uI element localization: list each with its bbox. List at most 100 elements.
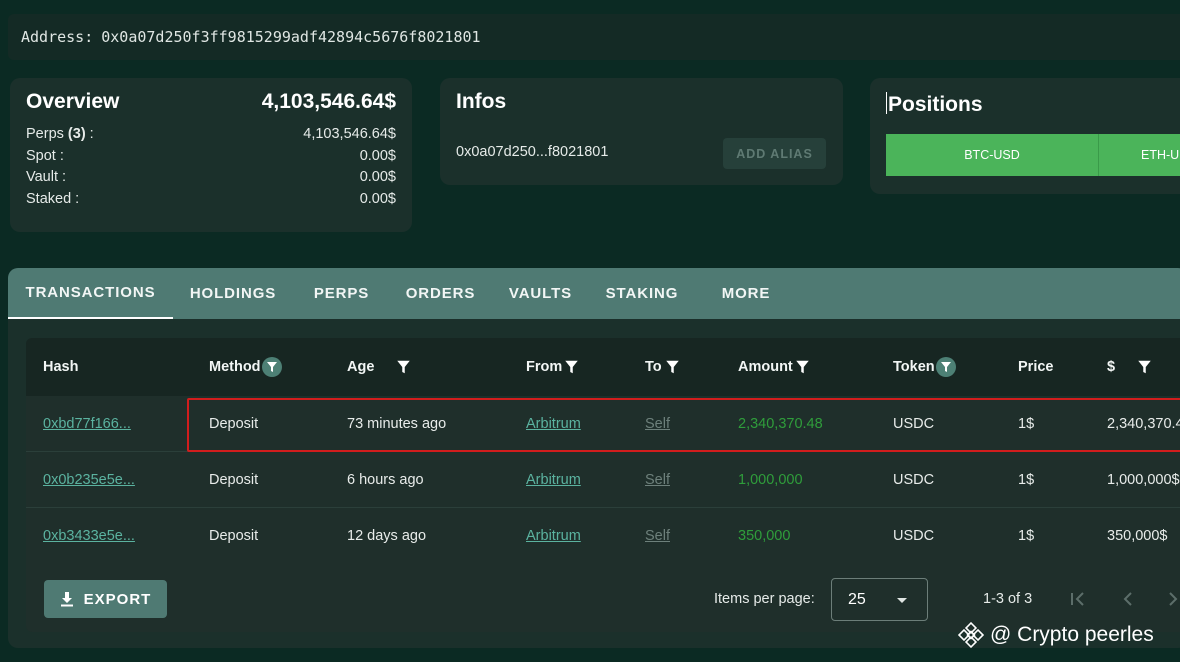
overview-total: 4,103,546.64$	[261, 90, 396, 113]
infos-title: Infos	[456, 90, 507, 113]
overview-row-spot: Spot : 0.00$	[26, 146, 396, 168]
export-button[interactable]: EXPORT	[44, 580, 167, 618]
infos-short-address: 0x0a07d250...f8021801	[456, 144, 609, 160]
header-method: Method	[209, 338, 282, 396]
first-page-icon[interactable]	[1068, 588, 1088, 610]
pagination-range: 1-3 of 3	[983, 591, 1033, 607]
row-price: 1$	[1018, 416, 1035, 432]
tab-more[interactable]: MORE	[694, 268, 798, 319]
row-usd: 2,340,370.4	[1107, 416, 1180, 432]
row-age: 73 minutes ago	[347, 416, 447, 432]
row-price: 1$	[1018, 528, 1035, 544]
watermark: @ Crypto peerles	[958, 622, 1154, 648]
row-usd: 350,000$	[1107, 528, 1168, 544]
row-amount: 1,000,000	[738, 472, 803, 488]
watermark-text: @ Crypto peerles	[990, 623, 1154, 646]
positions-card: Positions BTC-USD ETH-U	[870, 78, 1180, 194]
row-hash-link[interactable]: 0x0b235e5e...	[43, 452, 135, 508]
row-from-link[interactable]: Arbitrum	[526, 508, 581, 564]
address-value[interactable]: 0x0a07d250f3ff9815299adf42894c5676f80218…	[101, 28, 480, 46]
tab-holdings[interactable]: HOLDINGS	[173, 268, 293, 319]
row-method: Deposit	[209, 416, 259, 432]
row-age: 12 days ago	[347, 528, 427, 544]
table-row: 0xb3433e5e... Deposit 12 days ago Arbitr…	[26, 508, 1180, 564]
header-age-label: Age	[347, 359, 375, 375]
row-token: USDC	[893, 528, 935, 544]
row-to-link[interactable]: Self	[645, 508, 670, 564]
table-row: 0xbd77f166... Deposit 73 minutes ago Arb…	[26, 396, 1180, 452]
row-token: USDC	[893, 472, 935, 488]
overview-spot-value: 0.00$	[359, 147, 396, 164]
tab-staking[interactable]: STAKING	[590, 268, 694, 319]
filter-icon[interactable]	[795, 359, 810, 375]
header-from: From	[526, 338, 579, 396]
items-per-page-select[interactable]: 25	[831, 578, 928, 621]
filter-icon[interactable]	[1137, 359, 1152, 375]
header-hash-label: Hash	[43, 359, 79, 375]
row-to-link[interactable]: Self	[645, 452, 670, 508]
overview-row-staked: Staked : 0.00$	[26, 189, 396, 211]
overview-spot-label: Spot :	[26, 147, 64, 164]
table-header: Hash Method Age From To Amount Token Pri…	[26, 338, 1180, 396]
header-age: Age	[347, 338, 411, 396]
filter-icon[interactable]	[935, 357, 956, 377]
header-token: Token	[893, 338, 956, 396]
text-cursor	[886, 92, 887, 114]
header-hash: Hash	[43, 338, 78, 396]
row-hash-link[interactable]: 0xb3433e5e...	[43, 508, 135, 564]
overview-perps-suffix: :	[85, 126, 94, 142]
position-tab-btc-usd[interactable]: BTC-USD	[886, 134, 1099, 176]
overview-perps-count: (3)	[67, 126, 86, 142]
row-to-link[interactable]: Self	[645, 396, 670, 452]
header-amount-label: Amount	[738, 359, 793, 375]
previous-page-icon[interactable]	[1118, 588, 1138, 610]
header-to: To	[645, 338, 680, 396]
header-from-label: From	[526, 359, 563, 375]
header-to-label: To	[645, 359, 662, 375]
overview-title: Overview	[26, 90, 120, 113]
row-hash-link[interactable]: 0xbd77f166...	[43, 396, 131, 452]
row-amount: 350,000	[738, 528, 791, 544]
overview-row-vault: Vault : 0.00$	[26, 167, 396, 189]
row-price: 1$	[1018, 472, 1035, 488]
add-alias-button[interactable]: ADD ALIAS	[723, 138, 826, 169]
row-from-link[interactable]: Arbitrum	[526, 452, 581, 508]
tab-bar: TRANSACTIONS HOLDINGS PERPS ORDERS VAULT…	[8, 268, 1180, 319]
row-amount: 2,340,370.48	[738, 416, 823, 432]
row-from-link[interactable]: Arbitrum	[526, 396, 581, 452]
infos-card: Infos 0x0a07d250...f8021801 ADD ALIAS	[440, 78, 843, 185]
filter-icon[interactable]	[665, 359, 680, 375]
header-amount: Amount	[738, 338, 810, 396]
address-bar: Address: 0x0a07d250f3ff9815299adf42894c5…	[8, 14, 1180, 60]
header-usd: $	[1107, 338, 1152, 396]
row-token: USDC	[893, 416, 935, 432]
address-label: Address:	[21, 28, 94, 46]
header-token-label: Token	[893, 359, 935, 375]
page: Address: 0x0a07d250f3ff9815299adf42894c5…	[0, 0, 1180, 662]
tab-vaults[interactable]: VAULTS	[491, 268, 590, 319]
overview-row-perps: Perps (3) : 4,103,546.64$	[26, 124, 396, 146]
tab-perps[interactable]: PERPS	[293, 268, 390, 319]
filter-icon[interactable]	[261, 357, 282, 377]
tab-orders[interactable]: ORDERS	[390, 268, 491, 319]
position-tab-eth-usd[interactable]: ETH-U	[1099, 134, 1180, 176]
filter-icon[interactable]	[396, 359, 411, 375]
row-method: Deposit	[209, 472, 259, 488]
overview-perps-label: Perps	[26, 126, 64, 142]
row-usd: 1,000,000$	[1107, 472, 1180, 488]
positions-title: Positions	[888, 93, 983, 116]
table-row: 0x0b235e5e... Deposit 6 hours ago Arbitr…	[26, 452, 1180, 508]
row-method: Deposit	[209, 528, 259, 544]
overview-vault-value: 0.00$	[359, 169, 396, 185]
items-per-page-label: Items per page:	[714, 591, 815, 607]
filter-icon[interactable]	[564, 359, 579, 375]
header-price: Price	[1018, 338, 1053, 396]
header-method-label: Method	[209, 359, 261, 375]
overview-card: Overview 4,103,546.64$ Perps (3) : 4,103…	[10, 78, 412, 232]
tab-transactions[interactable]: TRANSACTIONS	[8, 268, 173, 319]
next-page-icon[interactable]	[1166, 588, 1180, 610]
binance-logo-icon	[958, 622, 984, 648]
row-age: 6 hours ago	[347, 472, 424, 488]
header-usd-label: $	[1107, 359, 1116, 375]
items-per-page-value: 25	[848, 590, 866, 608]
